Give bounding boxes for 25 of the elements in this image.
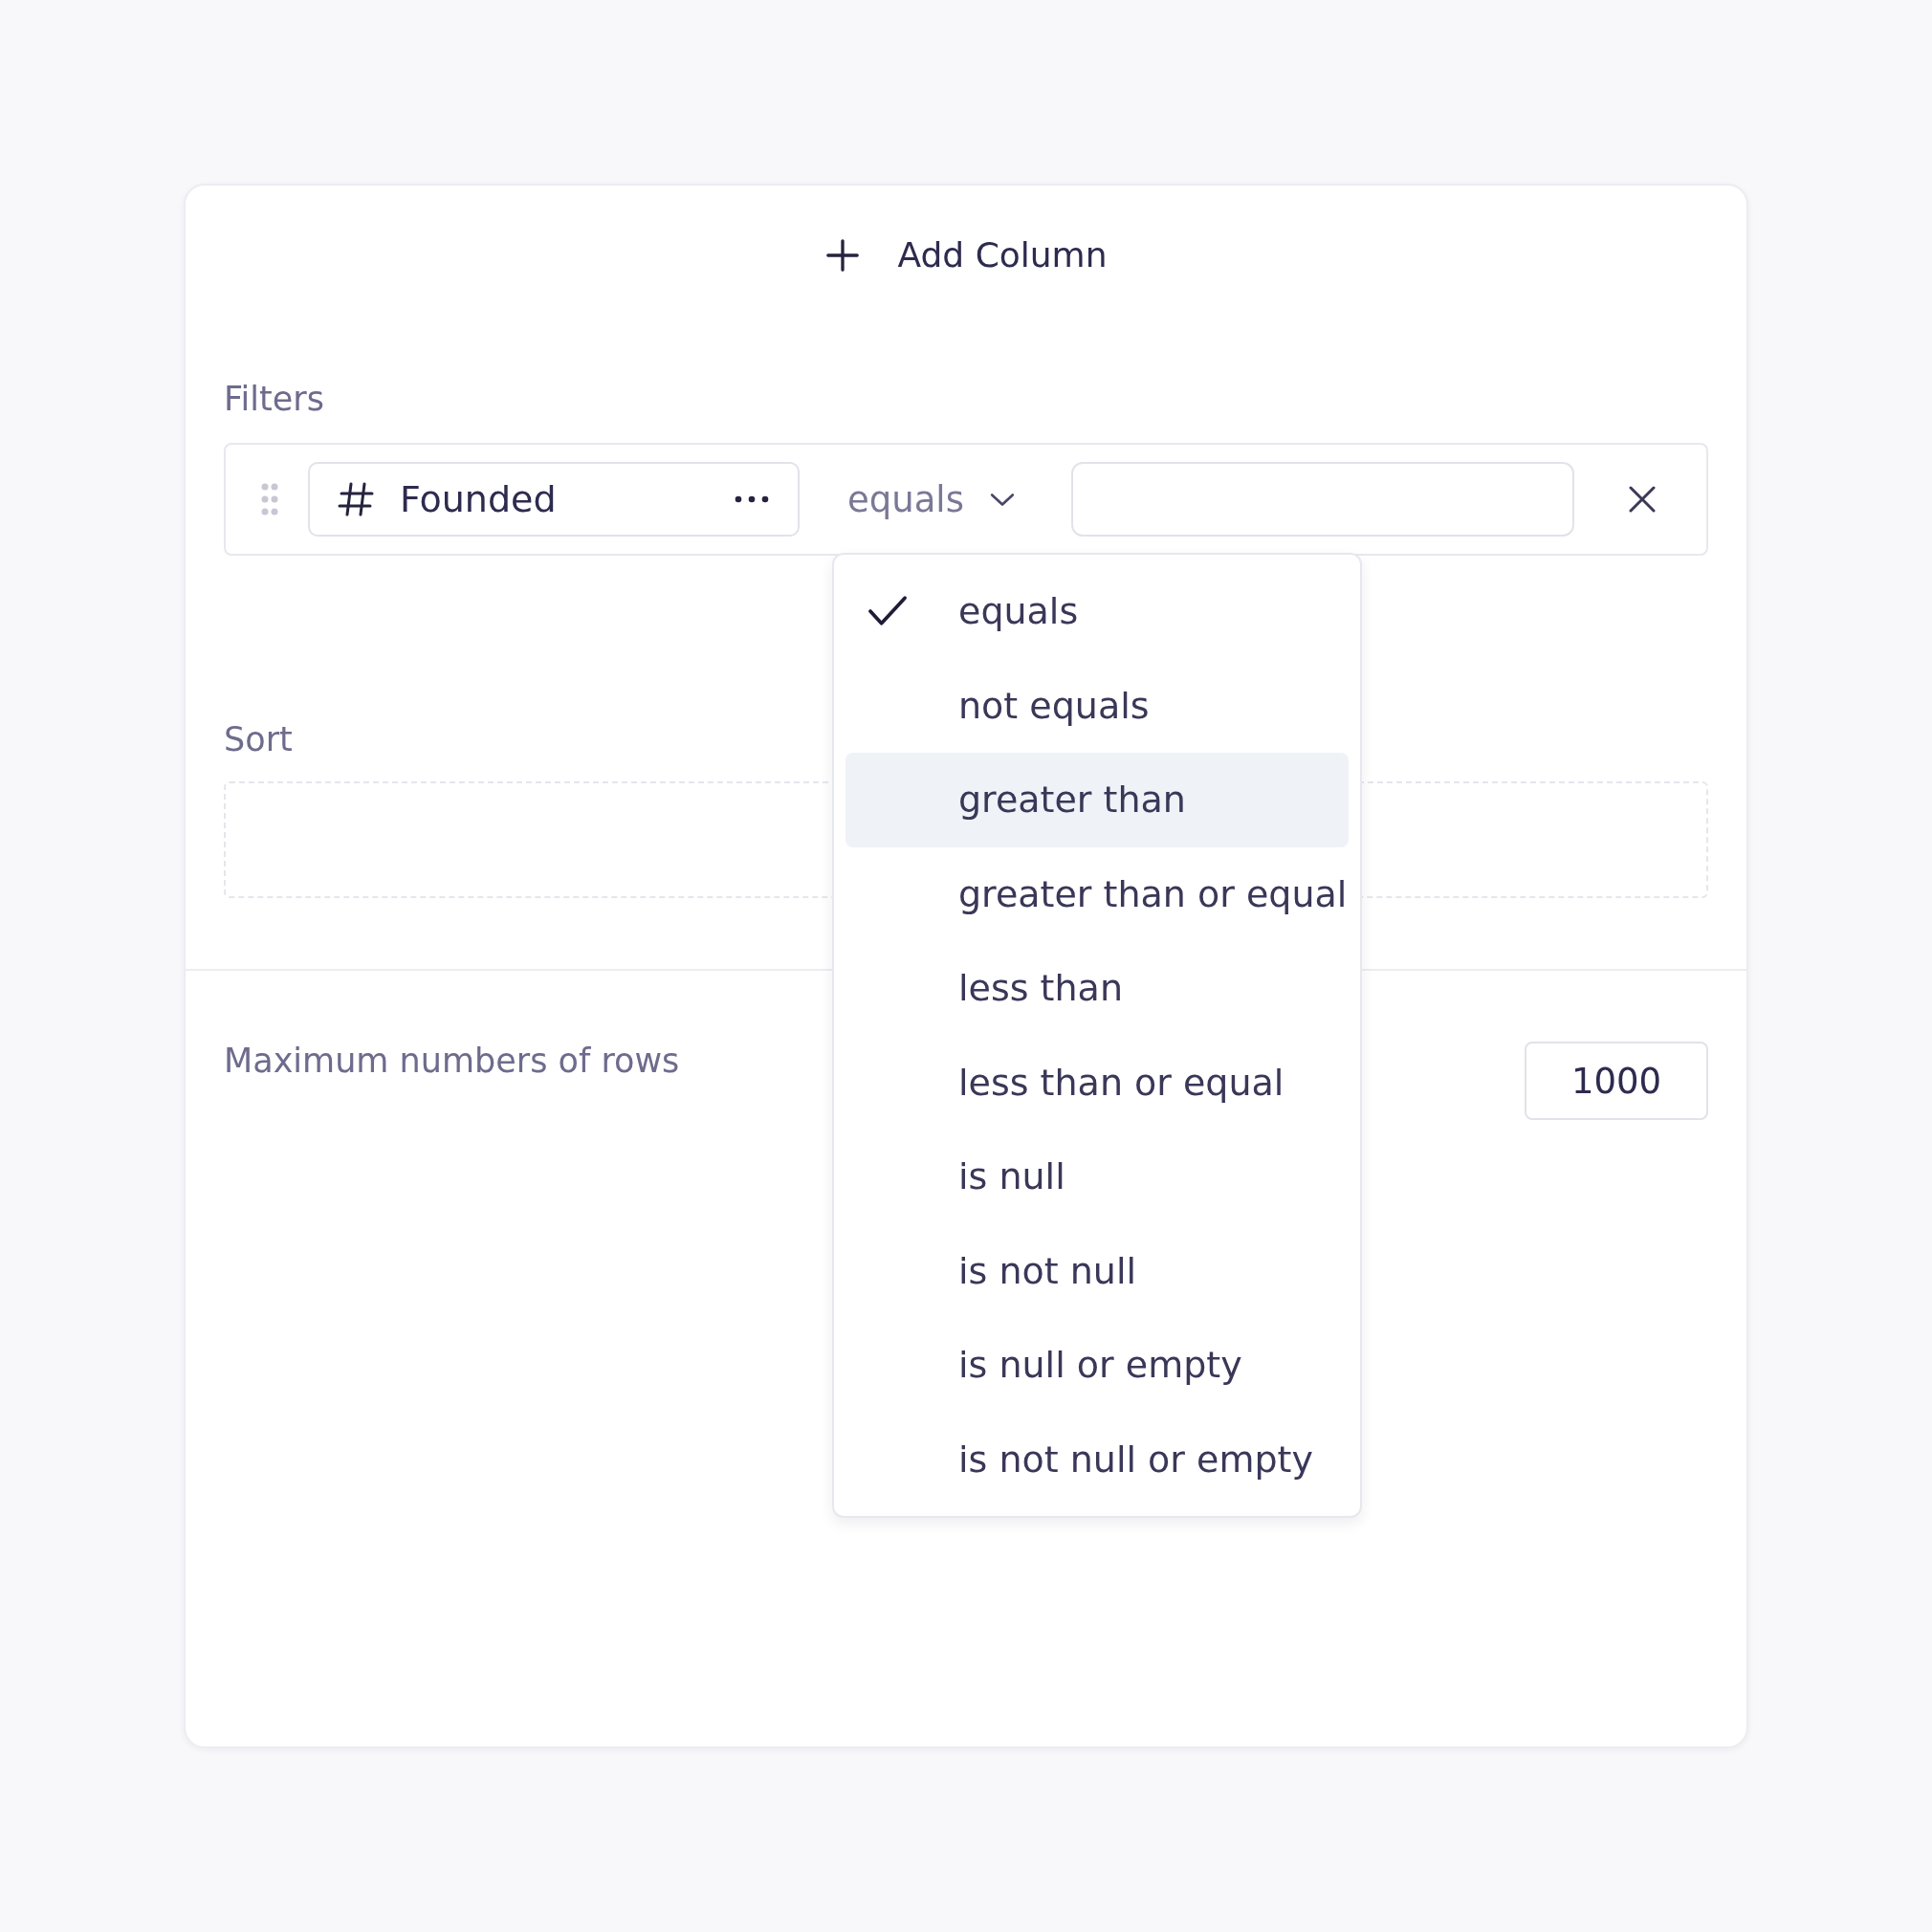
menu-item[interactable]: is null or empty bbox=[845, 1318, 1349, 1413]
section-title: Filters bbox=[224, 380, 324, 418]
chevron-down-icon bbox=[988, 491, 1016, 508]
close-icon[interactable] bbox=[1628, 485, 1657, 514]
menu-item[interactable]: less than bbox=[845, 941, 1349, 1036]
drag-handle-icon[interactable] bbox=[260, 482, 279, 516]
menu-item[interactable]: is not null or empty bbox=[845, 1412, 1349, 1506]
section-title: Sort bbox=[224, 720, 293, 758]
operator-dropdown[interactable]: equals bbox=[847, 478, 1058, 520]
column-name: Founded bbox=[400, 478, 558, 520]
menu-item[interactable]: is null bbox=[845, 1130, 1349, 1224]
value-input-field[interactable] bbox=[1071, 462, 1574, 537]
plus-icon bbox=[824, 236, 862, 274]
menu-item[interactable]: greater than bbox=[845, 753, 1349, 847]
menu-item[interactable]: is not null bbox=[845, 1223, 1349, 1318]
menu-item[interactable]: less than or equal bbox=[845, 1035, 1349, 1130]
max-rows-label: Maximum numbers of rows bbox=[224, 1042, 680, 1080]
hash-icon bbox=[337, 480, 375, 518]
menu-item[interactable]: greater than or equal bbox=[845, 846, 1349, 941]
max-rows-input-field[interactable]: 1000 bbox=[1525, 1042, 1708, 1120]
column-selector[interactable]: Founded bbox=[308, 462, 800, 537]
menu-item[interactable]: equals bbox=[845, 564, 1349, 659]
menu-item[interactable]: not equals bbox=[845, 658, 1349, 753]
more-icon[interactable] bbox=[735, 495, 769, 503]
add-column-button[interactable]: Add Column bbox=[824, 235, 1108, 274]
